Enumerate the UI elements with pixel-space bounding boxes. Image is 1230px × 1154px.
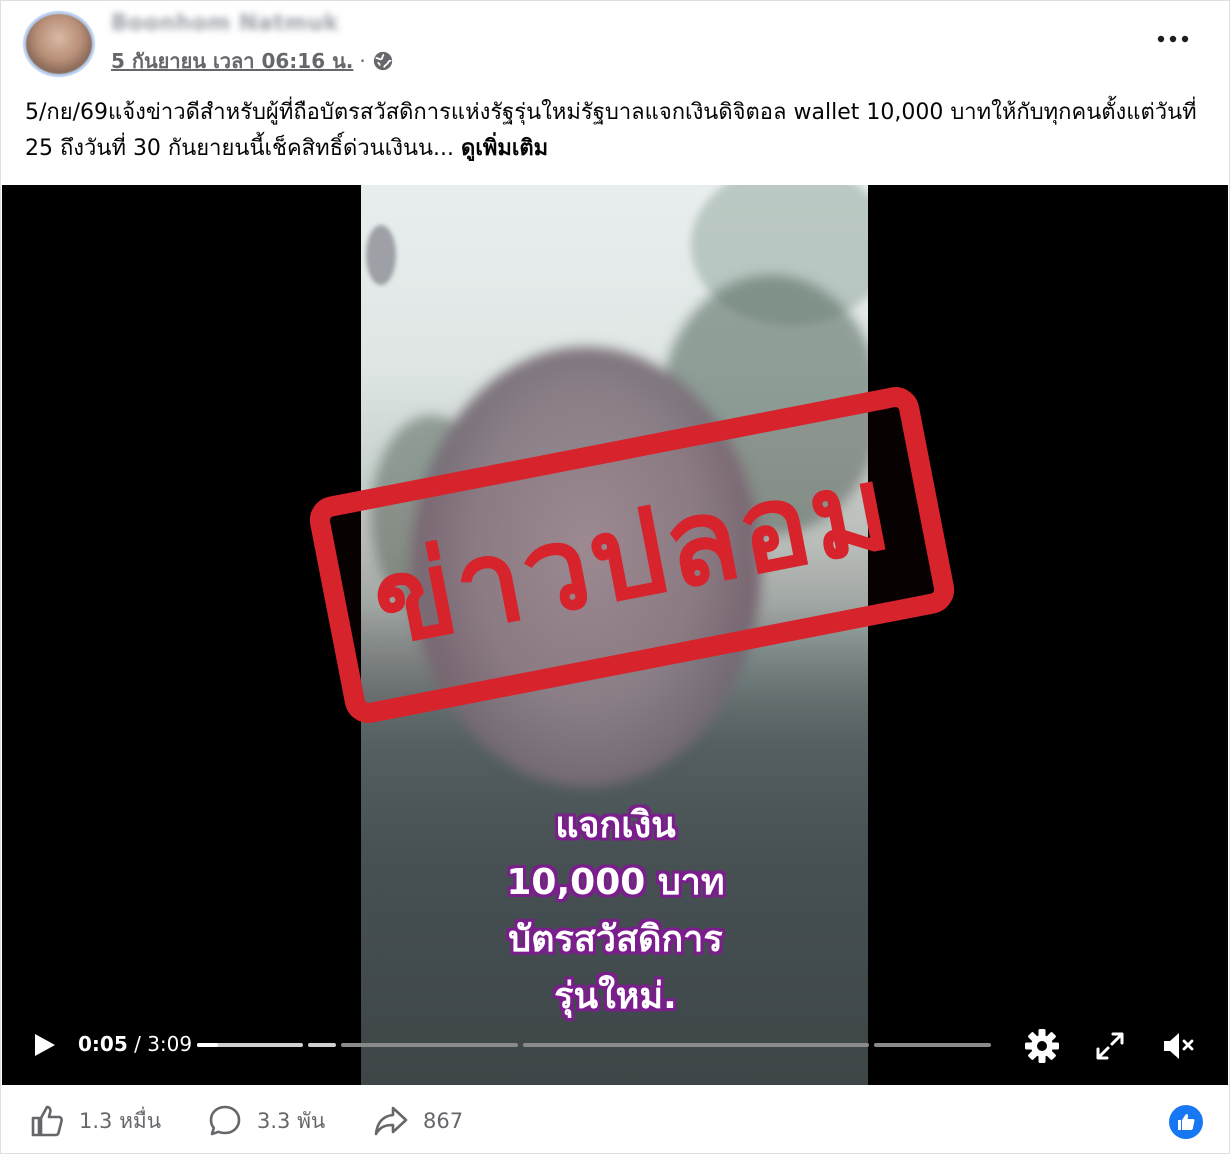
caption-line: แจกเงิน (555, 805, 676, 846)
more-horizontal-icon (1157, 35, 1189, 43)
progress-segment (523, 1043, 869, 1047)
comment-count: 3.3 พัน (257, 1108, 326, 1133)
video-controls: 0:05 / 3:09 (2, 1020, 1228, 1070)
caption-line: 10,000 บาท (506, 862, 725, 903)
muted-volume-icon[interactable] (1160, 1028, 1196, 1064)
settings-gear-icon[interactable] (1024, 1028, 1060, 1064)
caption-line: รุ่นใหม่. (554, 976, 677, 1017)
played-segment (197, 1043, 218, 1047)
share-button[interactable]: 867 (373, 1103, 463, 1139)
avatar[interactable] (23, 11, 95, 77)
duration: 3:09 (147, 1032, 193, 1056)
video-time: 0:05 / 3:09 (78, 1032, 192, 1056)
share-arrow-icon (374, 1106, 408, 1136)
post-meta: 5 กันยายน เวลา 06:16 น. · (111, 47, 394, 75)
post-text: 5/กย/69แจ้งข่าวดีสำหรับผู้ที่ถือบัตรสวัส… (25, 95, 1205, 167)
post-body: 5/กย/69แจ้งข่าวดีสำหรับผู้ที่ถือบัตรสวัส… (25, 100, 1197, 161)
author-name[interactable]: Boonhom Natmuk (111, 11, 339, 36)
fullscreen-icon[interactable] (1092, 1028, 1128, 1064)
share-count: 867 (423, 1109, 464, 1133)
progress-segment (874, 1043, 991, 1047)
like-button[interactable]: 1.3 หมื่น (29, 1103, 161, 1139)
more-options-button[interactable] (1153, 27, 1193, 51)
buffered-segment (308, 1043, 336, 1047)
current-time: 0:05 (78, 1032, 128, 1056)
stamp-text: ข่าวปลอม (362, 437, 902, 673)
play-icon[interactable] (30, 1031, 58, 1059)
thumbs-up-icon (31, 1105, 63, 1137)
meta-separator: · (359, 49, 366, 73)
like-reaction-badge[interactable] (1169, 1105, 1203, 1139)
progress-bar[interactable] (197, 1043, 991, 1047)
reaction-bar: 1.3 หมื่น 3.3 พัน 867 (1, 1087, 1229, 1153)
video-caption: แจกเงิน 10,000 บาท บัตรสวัสดิการ รุ่นใหม… (362, 797, 869, 1025)
comment-button[interactable]: 3.3 พัน (207, 1103, 325, 1139)
globe-icon[interactable] (372, 50, 394, 72)
thumbs-up-icon (1178, 1114, 1195, 1130)
caption-line: บัตรสวัสดิการ (508, 919, 723, 960)
see-more-link[interactable]: ดูเพิ่มเติม (461, 136, 548, 161)
comment-bubble-icon (209, 1105, 241, 1136)
progress-segment (341, 1043, 518, 1047)
post-card: Boonhom Natmuk 5 กันยายน เวลา 06:16 น. ·… (0, 0, 1230, 1154)
post-timestamp[interactable]: 5 กันยายน เวลา 06:16 น. (111, 45, 353, 77)
like-count: 1.3 หมื่น (79, 1108, 162, 1133)
foliage (366, 225, 396, 285)
video-player[interactable]: ข่าวปลอม แจกเงิน 10,000 บาท บัตรสวัสดิกา… (2, 185, 1228, 1085)
time-separator: / (127, 1032, 148, 1056)
